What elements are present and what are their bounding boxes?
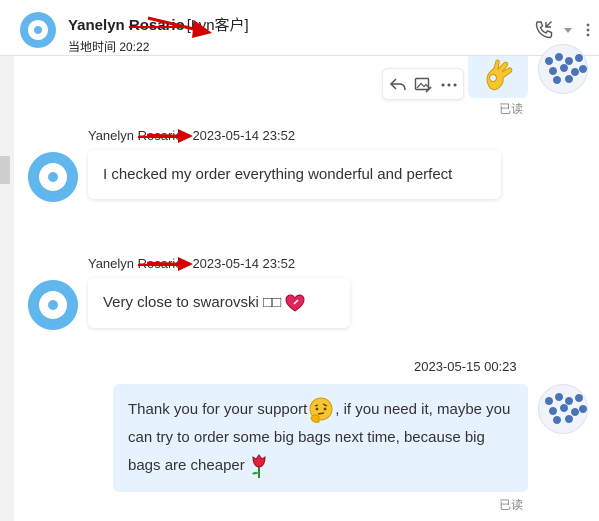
heart-emoji-icon bbox=[285, 294, 305, 312]
message-timestamp: 2023-05-14 23:52 bbox=[192, 256, 296, 271]
received-message-bubble[interactable]: I checked my order everything wonderful … bbox=[88, 150, 501, 199]
rose-emoji-icon bbox=[251, 454, 266, 479]
my-avatar[interactable] bbox=[538, 384, 588, 434]
thinking-face-emoji-icon bbox=[309, 397, 333, 423]
message-timestamp: 2023-05-14 23:52 bbox=[192, 128, 296, 143]
contact-name: Yanelyn bbox=[68, 17, 125, 34]
annotation-arrow bbox=[146, 257, 193, 271]
phone-call-icon[interactable] bbox=[534, 20, 554, 40]
message-text-part1: Thank you for your support bbox=[128, 401, 308, 418]
chat-header: Yanelyn Rosario [Lyn客户] 当地时间 20:22 bbox=[0, 0, 599, 56]
ok-hand-emoji-icon bbox=[486, 59, 513, 91]
contact-avatar[interactable] bbox=[20, 12, 56, 48]
message-text: Very close to swarovski □□ bbox=[103, 294, 282, 311]
sidebar-edge bbox=[0, 56, 14, 521]
contact-avatar[interactable] bbox=[28, 280, 78, 330]
chevron-down-icon[interactable] bbox=[564, 28, 572, 34]
more-dots-icon[interactable] bbox=[439, 75, 459, 95]
message-timestamp: 2023-05-15 00:23 bbox=[414, 359, 517, 374]
more-vertical-icon[interactable] bbox=[580, 22, 596, 38]
message-action-toolbar bbox=[382, 68, 464, 100]
sent-message-bubble[interactable]: Thank you for your support , if you need… bbox=[113, 384, 528, 492]
annotation-arrow bbox=[146, 129, 193, 143]
sender-name: Yanelyn bbox=[88, 256, 135, 271]
my-avatar[interactable] bbox=[538, 44, 588, 94]
image-edit-icon[interactable] bbox=[413, 75, 433, 95]
reply-icon[interactable] bbox=[388, 75, 408, 95]
read-status: 已读 bbox=[499, 102, 524, 116]
read-status: 已读 bbox=[499, 498, 524, 512]
contact-avatar[interactable] bbox=[28, 152, 78, 202]
annotation-arrow bbox=[147, 16, 212, 38]
sender-name: Yanelyn bbox=[88, 128, 135, 143]
sidebar-scroll-mark bbox=[0, 156, 10, 184]
sent-emoji-bubble[interactable] bbox=[468, 56, 528, 98]
local-time: 当地时间 20:22 bbox=[68, 40, 150, 54]
received-message-bubble[interactable]: Very close to swarovski □□ bbox=[88, 278, 350, 328]
